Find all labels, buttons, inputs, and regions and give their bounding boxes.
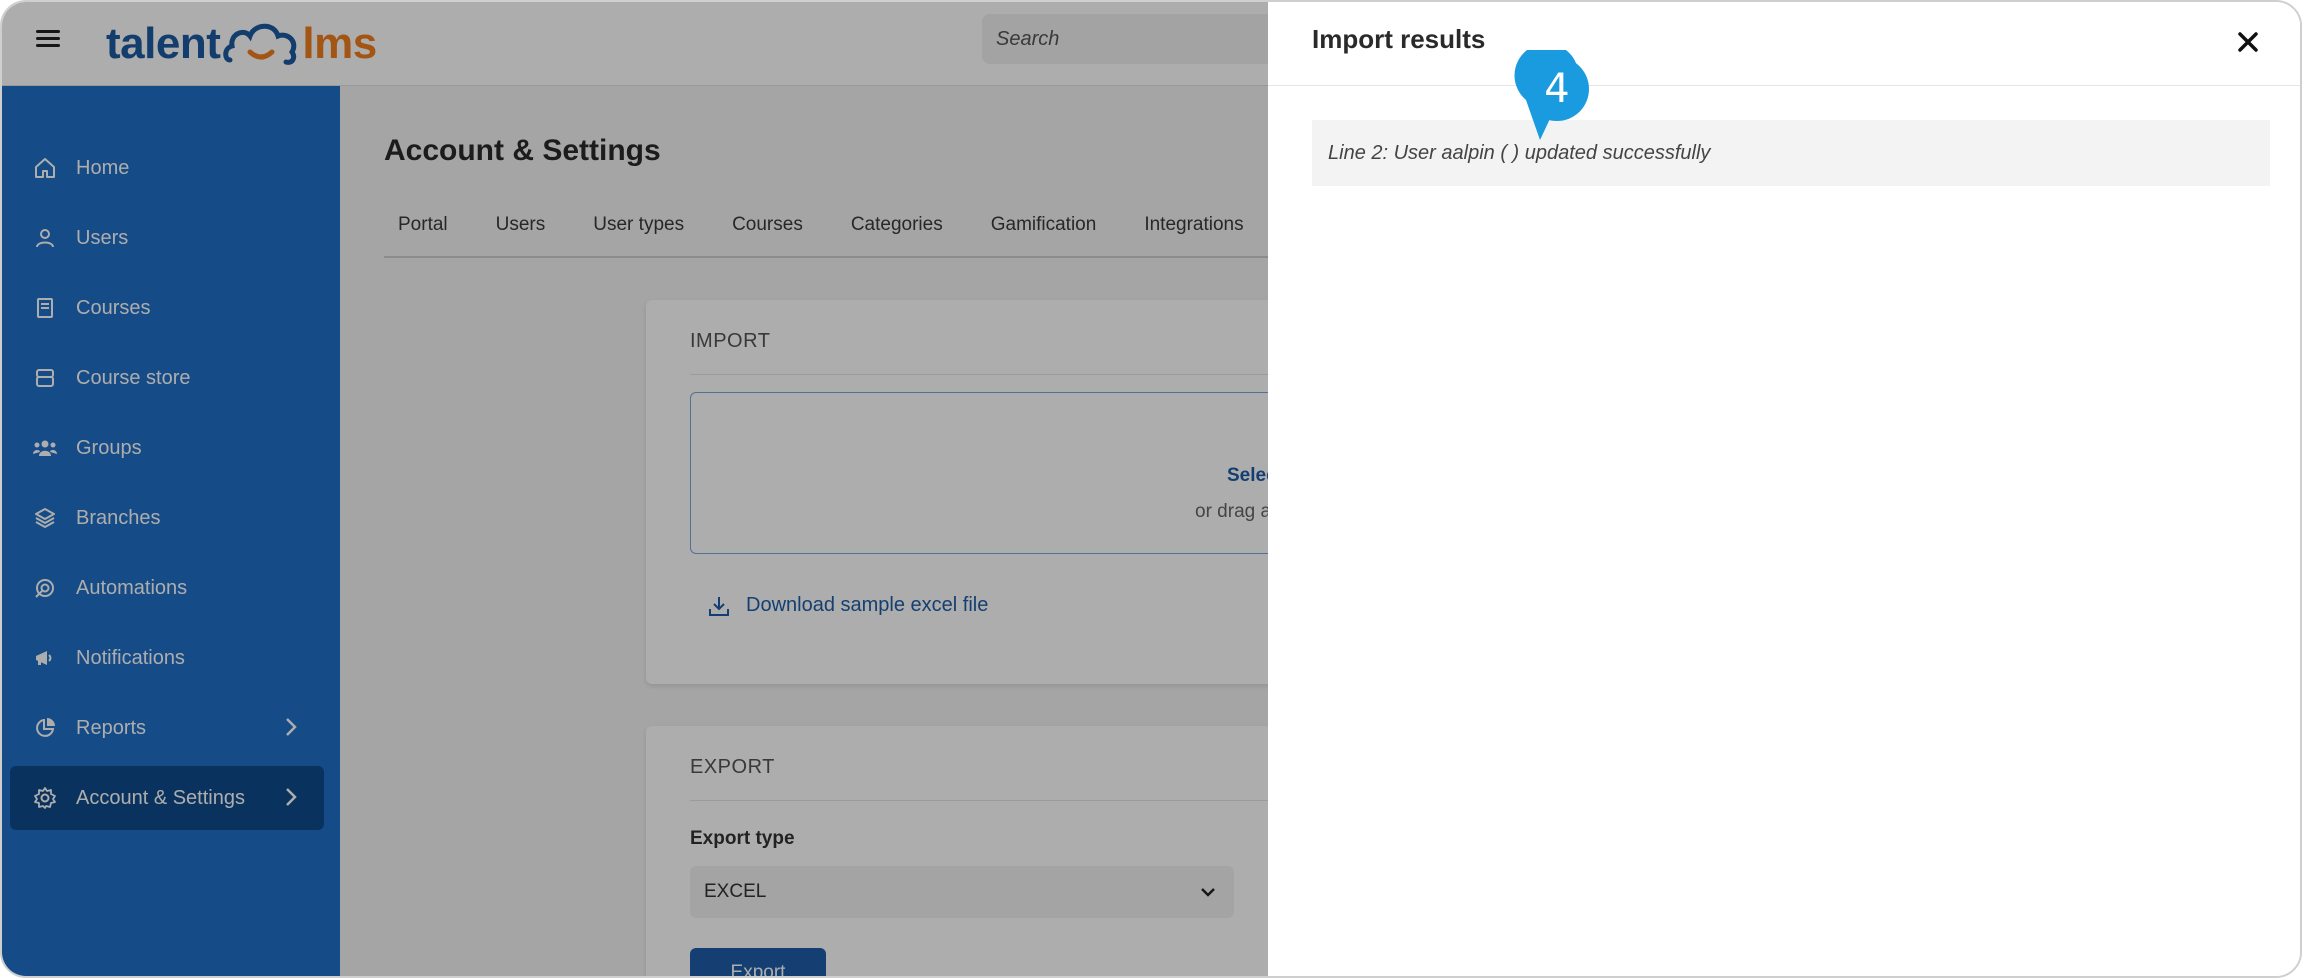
close-button[interactable] — [2228, 22, 2268, 62]
step-number: 4 — [1544, 66, 1569, 112]
import-result-row: Line 2: User aalpin ( ) updated successf… — [1312, 120, 2270, 186]
import-results-drawer: Import results Line 2: User aalpin ( ) u… — [1268, 2, 2300, 976]
drawer-title: Import results — [1312, 24, 1486, 54]
drawer-header: Import results — [1268, 2, 2300, 86]
modal-overlay[interactable] — [2, 2, 1268, 976]
close-icon — [2238, 32, 2258, 52]
step-marker: 4 — [1514, 50, 1589, 140]
app-window: talent lms Home Users Courses — [0, 0, 2302, 978]
